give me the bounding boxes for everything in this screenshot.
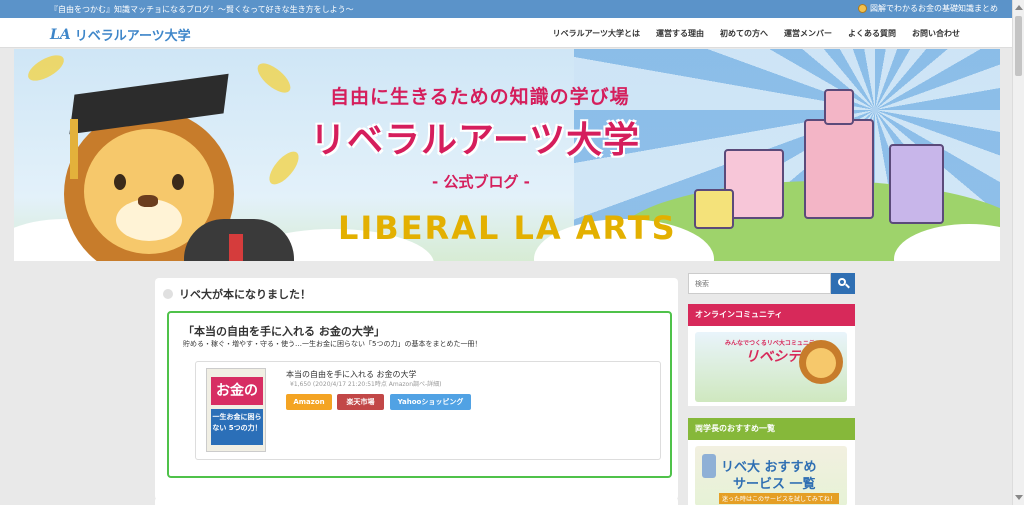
product-card: お金の大学 一生お金に困らない 5つの力！ 本当の自由を手に入れる お金の大学 … bbox=[195, 361, 661, 460]
yahoo-shopping-button[interactable]: Yahooショッピング bbox=[390, 394, 471, 410]
recommendations-banner[interactable]: リベ大 おすすめ サービス 一覧 迷った時はこのサービスを試してみてね！ bbox=[695, 446, 847, 505]
lion-mascot-icon bbox=[64, 73, 294, 261]
lion-mini-icon bbox=[858, 4, 867, 13]
site-logo[interactable]: LA リベラルアーツ大学 bbox=[50, 25, 191, 45]
main-content-card: リベ大が本になりました！ 「本当の自由を手に入れる お金の大学」 貯める・稼ぐ・… bbox=[155, 278, 678, 500]
circle-bullet-icon bbox=[163, 289, 173, 299]
book-cover-title: お金の大学 bbox=[211, 377, 263, 427]
hero-title: リベラルアーツ大学 bbox=[310, 120, 641, 161]
global-nav: リベラルアーツ大学とは 運営する理由 初めての方へ 運営メンバー よくある質問 … bbox=[553, 28, 960, 39]
search-form bbox=[688, 273, 855, 295]
top-announcement-bar: 『自由をつかむ』知識マッチョになるブログ！〜賢くなって好きな生き方をしよう〜 図… bbox=[0, 0, 1012, 18]
rakuten-button[interactable]: 楽天市場 bbox=[337, 394, 384, 410]
amazon-button[interactable]: Amazon bbox=[286, 394, 332, 410]
hero-subtitle: 自由に生きるための知識の学び場 bbox=[330, 86, 630, 108]
vertical-scrollbar[interactable] bbox=[1012, 0, 1024, 505]
money-basics-link-label: 図解でわかるお金の基礎知識まとめ bbox=[870, 4, 998, 13]
nav-item-contact[interactable]: お問い合わせ bbox=[912, 28, 960, 39]
leaf-decoration bbox=[24, 50, 68, 86]
liberal-arts-logo-icon: LA bbox=[50, 26, 71, 43]
recommendations-banner-line2: サービス 一覧 bbox=[733, 477, 816, 492]
book-cover-subtitle: 一生お金に困らない 5つの力！ bbox=[211, 409, 263, 445]
hero-banner[interactable]: 自由に生きるための知識の学び場 リベラルアーツ大学 - 公式ブログ - LIBE… bbox=[14, 49, 1000, 261]
hero-brand-logo: LIBERAL LA ARTS bbox=[338, 209, 677, 247]
money-basics-link[interactable]: 図解でわかるお金の基礎知識まとめ bbox=[858, 3, 998, 14]
book-title: 「本当の自由を手に入れる お金の大学」 bbox=[183, 325, 385, 338]
smartphone-icon bbox=[702, 454, 716, 478]
nav-item-about[interactable]: リベラルアーツ大学とは bbox=[553, 28, 640, 39]
recommendations-banner-line3: 迷った時はこのサービスを試してみてね！ bbox=[719, 493, 839, 504]
book-cover-image[interactable]: お金の大学 一生お金に困らない 5つの力！ bbox=[206, 368, 266, 452]
site-header: LA リベラルアーツ大学 リベラルアーツ大学とは 運営する理由 初めての方へ 運… bbox=[0, 18, 1012, 48]
community-widget: オンラインコミュニティ みんなでつくるリベ大コミュニティ リベシティ bbox=[688, 304, 855, 406]
scroll-up-icon[interactable] bbox=[1015, 5, 1023, 10]
scrollbar-thumb[interactable] bbox=[1015, 16, 1022, 76]
community-widget-title: オンラインコミュニティ bbox=[688, 304, 855, 326]
hero-blog-label: - 公式ブログ - bbox=[432, 173, 530, 191]
product-price: ¥1,650 (2020/4/17 21:20:51時点 Amazon調べ-詳細… bbox=[290, 381, 442, 388]
recommendations-widget-title: 両学長のおすすめ一覧 bbox=[688, 418, 855, 440]
scroll-down-icon[interactable] bbox=[1015, 495, 1023, 500]
lion-mascot-icon bbox=[799, 340, 843, 384]
nav-item-faq[interactable]: よくある質問 bbox=[848, 28, 896, 39]
community-banner[interactable]: みんなでつくるリベ大コミュニティ リベシティ bbox=[695, 332, 847, 402]
site-tagline: 『自由をつかむ』知識マッチョになるブログ！〜賢くなって好きな生き方をしよう〜 bbox=[50, 5, 354, 14]
section-heading-text: リベ大が本になりました！ bbox=[179, 288, 311, 301]
section-heading: リベ大が本になりました！ bbox=[163, 286, 311, 302]
nav-item-beginners[interactable]: 初めての方へ bbox=[720, 28, 768, 39]
search-input[interactable] bbox=[688, 273, 831, 294]
book-description: 貯める・稼ぐ・増やす・守る・使う…一生お金に困らない「5つの力」の基本をまとめた… bbox=[183, 340, 482, 348]
site-logo-text: リベラルアーツ大学 bbox=[74, 29, 191, 44]
book-promo-box: 「本当の自由を手に入れる お金の大学」 貯める・稼ぐ・増やす・守る・使う…一生お… bbox=[167, 311, 672, 478]
nav-item-reason[interactable]: 運営する理由 bbox=[656, 28, 704, 39]
nav-item-members[interactable]: 運営メンバー bbox=[784, 28, 832, 39]
campus-illustration bbox=[694, 89, 984, 249]
next-content-card bbox=[155, 497, 678, 505]
recommendations-widget: 両学長のおすすめ一覧 リベ大 おすすめ サービス 一覧 迷った時はこのサービスを… bbox=[688, 418, 855, 505]
search-button[interactable] bbox=[831, 273, 855, 294]
